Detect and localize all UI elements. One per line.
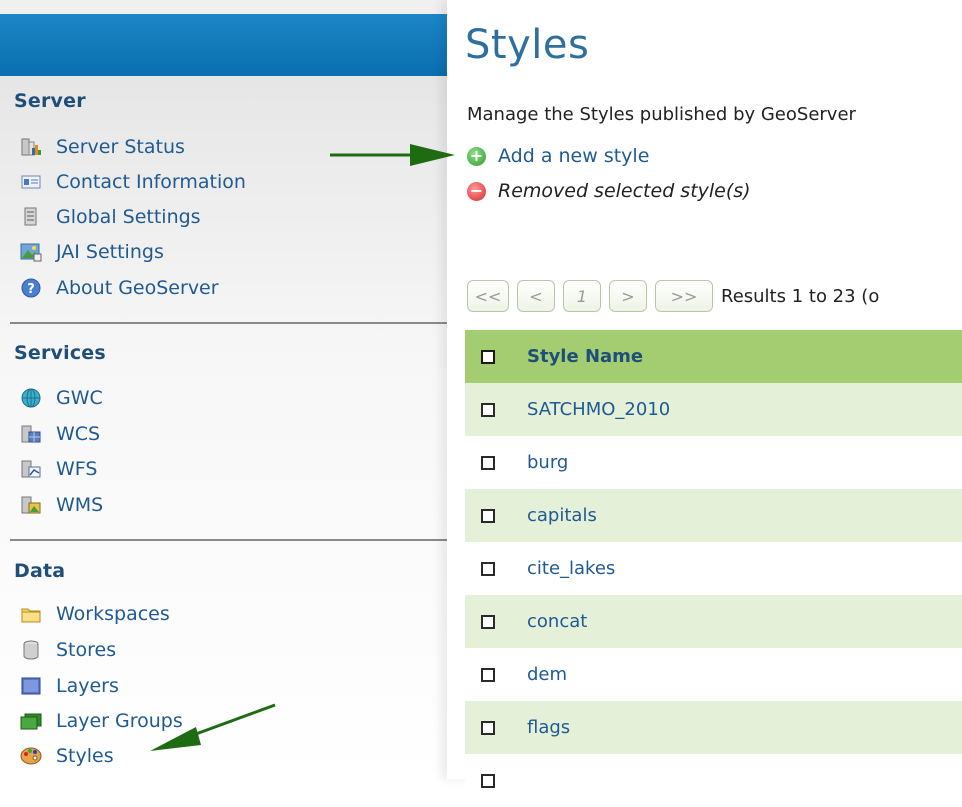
row-checkbox[interactable] [481, 667, 495, 682]
nav-item-server-status[interactable]: Server Status [20, 131, 185, 163]
nav-label-server-status: Server Status [56, 136, 185, 158]
contact-card-icon [20, 171, 42, 193]
nav-item-styles[interactable]: Styles [20, 740, 114, 772]
add-new-style-link[interactable]: + Add a new style [467, 145, 649, 167]
first-page-button[interactable]: << [467, 280, 509, 312]
nav-item-wcs[interactable]: WCS [20, 418, 100, 450]
nav-label-global-settings: Global Settings [56, 206, 201, 228]
last-page-button[interactable]: >> [655, 280, 713, 312]
styles-table: Style Name SATCHMO_2010 burg capitals ci… [465, 330, 962, 807]
add-icon: + [467, 146, 486, 166]
nav-item-jai-settings[interactable]: JAI Settings [20, 236, 164, 268]
wfs-service-icon [20, 458, 42, 480]
table-row: dem [465, 648, 962, 701]
sidebar-divider [10, 539, 447, 541]
nav-label-wcs: WCS [56, 423, 101, 445]
wcs-service-icon [20, 423, 42, 445]
table-row: flags [465, 701, 962, 754]
folder-icon [20, 603, 42, 625]
row-checkbox[interactable] [481, 561, 495, 576]
table-row-partial [465, 754, 962, 807]
pagination: << < 1 > >> Results 1 to 23 (o [467, 280, 879, 312]
wms-service-icon [20, 494, 42, 516]
nav-item-global-settings[interactable]: Global Settings [20, 201, 201, 233]
nav-label-about-geoserver: About GeoServer [56, 277, 219, 299]
nav-label-jai-settings: JAI Settings [56, 241, 164, 263]
layer-icon [20, 675, 42, 697]
style-name-link[interactable]: concat [527, 611, 587, 632]
palette-icon [20, 745, 42, 767]
image-settings-icon [20, 241, 42, 263]
nav-item-layers[interactable]: Layers [20, 670, 119, 702]
page-title: Styles [465, 22, 590, 68]
table-header-row: Style Name [465, 330, 962, 383]
row-checkbox[interactable] [481, 720, 495, 735]
svg-text:?: ? [27, 282, 35, 297]
results-count: Results 1 to 23 (o [721, 285, 880, 307]
style-name-link[interactable]: burg [527, 452, 568, 473]
style-name-link[interactable]: cite_lakes [527, 558, 615, 579]
nav-label-gwc: GWC [56, 387, 103, 409]
nav-label-layer-groups: Layer Groups [56, 710, 183, 732]
nav-item-layer-groups[interactable]: Layer Groups [20, 705, 183, 737]
row-checkbox[interactable] [481, 508, 495, 523]
nav-item-wms[interactable]: WMS [20, 489, 103, 521]
row-checkbox[interactable] [481, 455, 495, 470]
database-icon [20, 639, 42, 661]
table-row: concat [465, 595, 962, 648]
table-row: SATCHMO_2010 [465, 383, 962, 436]
add-new-style-label: Add a new style [498, 145, 650, 167]
nav-label-workspaces: Workspaces [56, 603, 170, 625]
style-name-link[interactable]: dem [527, 664, 567, 685]
nav-item-gwc[interactable]: GWC [20, 382, 103, 414]
help-icon: ? [20, 277, 42, 299]
globe-icon [20, 387, 42, 409]
section-title-services: Services [14, 342, 106, 364]
nav-label-stores: Stores [56, 639, 117, 661]
nav-item-wfs[interactable]: WFS [20, 453, 97, 485]
layer-group-icon [20, 710, 42, 732]
page-description: Manage the Styles published by GeoServer [467, 104, 856, 125]
row-checkbox[interactable] [481, 773, 495, 788]
remove-icon: − [467, 181, 486, 201]
nav-label-wms: WMS [56, 494, 104, 516]
section-title-server: Server [14, 90, 86, 112]
nav-item-contact-information[interactable]: Contact Information [20, 166, 246, 198]
page-number-button[interactable]: 1 [563, 280, 601, 312]
style-name-link[interactable]: SATCHMO_2010 [527, 399, 670, 420]
nav-label-contact-information: Contact Information [56, 171, 246, 193]
table-row: capitals [465, 489, 962, 542]
nav-item-about-geoserver[interactable]: ? About GeoServer [20, 272, 219, 304]
server-status-icon [20, 136, 42, 158]
remove-selected-styles-label: Removed selected style(s) [498, 180, 751, 202]
main-content: Styles Manage the Styles published by Ge… [447, 0, 962, 807]
nav-item-stores[interactable]: Stores [20, 634, 116, 666]
nav-label-wfs: WFS [56, 458, 98, 480]
next-page-button[interactable]: > [609, 280, 647, 312]
table-row: cite_lakes [465, 542, 962, 595]
sidebar: Server Server Status Contact Information… [0, 0, 447, 779]
table-row: burg [465, 436, 962, 489]
nav-item-workspaces[interactable]: Workspaces [20, 598, 170, 630]
settings-document-icon [20, 206, 42, 228]
prev-page-button[interactable]: < [517, 280, 555, 312]
nav-label-styles: Styles [56, 745, 114, 767]
column-header-style-name[interactable]: Style Name [527, 346, 643, 367]
remove-selected-styles-link: − Removed selected style(s) [467, 180, 751, 202]
style-name-link[interactable]: flags [527, 717, 570, 738]
sidebar-divider [10, 322, 447, 324]
row-checkbox[interactable] [481, 614, 495, 629]
select-all-checkbox[interactable] [481, 349, 495, 364]
nav-label-layers: Layers [56, 675, 119, 697]
sidebar-header-bar [0, 14, 447, 76]
row-checkbox[interactable] [481, 402, 495, 417]
style-name-link[interactable]: capitals [527, 505, 597, 526]
section-title-data: Data [14, 560, 66, 582]
